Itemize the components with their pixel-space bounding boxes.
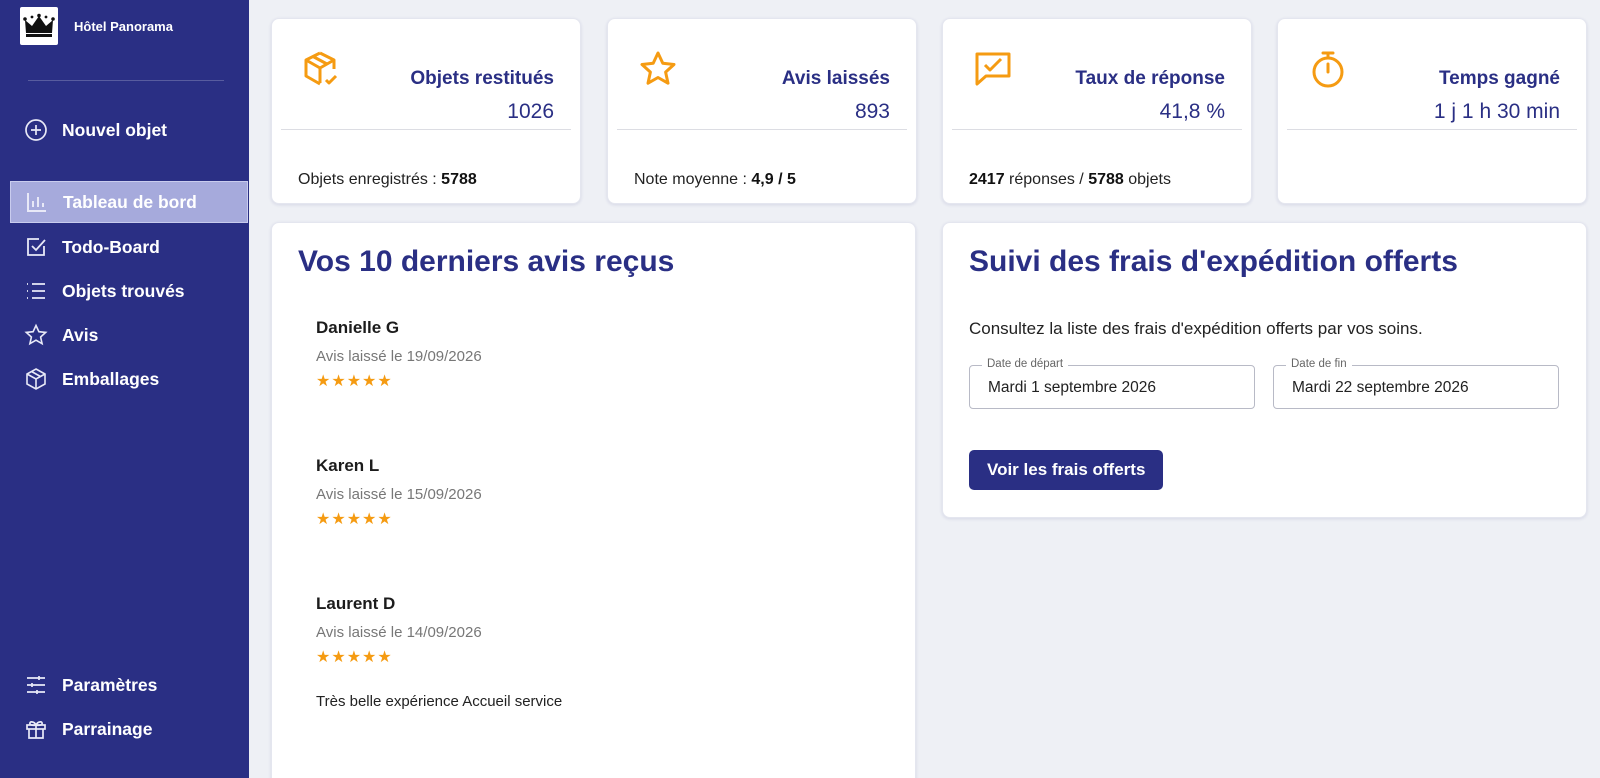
stat-title: Avis laissés bbox=[781, 68, 890, 89]
review-text: Très belle expérience Accueil service bbox=[316, 693, 563, 710]
nav-settings[interactable]: Paramètres bbox=[10, 664, 248, 706]
brand-name: Hôtel Panorama bbox=[74, 18, 173, 34]
divider bbox=[617, 129, 907, 130]
stat-title: Temps gagné bbox=[1438, 68, 1560, 89]
review-date: Avis laissé le 19/09/2026 bbox=[316, 348, 482, 365]
review-date: Avis laissé le 14/09/2026 bbox=[316, 624, 482, 641]
stat-card-reviews: Avis laissés 893 Note moyenne : 4,9 / 5 bbox=[607, 18, 917, 204]
sidebar: Hôtel Panorama Nouvel objet Tableau de b… bbox=[0, 0, 249, 778]
nav-dashboard-label: Tableau de bord bbox=[63, 191, 197, 212]
nav-new-item[interactable]: Nouvel objet bbox=[10, 109, 248, 151]
review-author: Danielle G bbox=[316, 318, 400, 337]
stat-value: 1 j 1 h 30 min bbox=[1433, 100, 1560, 123]
stat-footer: Objets enregistrés : 5788 bbox=[298, 171, 477, 189]
box-icon bbox=[24, 367, 48, 391]
plus-circle-icon bbox=[24, 118, 48, 142]
reviews-title: Vos 10 derniers avis reçus bbox=[298, 245, 675, 278]
review-item: Karen L Avis laissé le 15/09/2026 ★★★★★ bbox=[316, 456, 482, 529]
end-date-label: Date de fin bbox=[1286, 358, 1352, 370]
view-free-shipping-button[interactable]: Voir les frais offerts bbox=[969, 450, 1164, 490]
stat-footer: 2417 réponses / 5788 objets bbox=[969, 171, 1171, 189]
review-author: Karen L bbox=[316, 456, 380, 475]
start-date-label: Date de départ bbox=[982, 358, 1069, 370]
shipping-title: Suivi des frais d'expédition offerts bbox=[969, 245, 1458, 278]
nav-todo-board[interactable]: Todo-Board bbox=[10, 226, 248, 268]
nav-settings-label: Paramètres bbox=[62, 674, 158, 695]
stat-value: 893 bbox=[854, 100, 890, 123]
divider bbox=[952, 129, 1242, 130]
package-check-icon bbox=[302, 49, 342, 89]
nav-packaging-label: Emballages bbox=[62, 368, 160, 389]
sliders-icon bbox=[24, 673, 48, 697]
nav-found-items[interactable]: Objets trouvés bbox=[10, 270, 248, 312]
star-icon bbox=[638, 49, 678, 89]
review-item: Danielle G Avis laissé le 19/09/2026 ★★★… bbox=[316, 318, 482, 391]
star-outline-icon bbox=[24, 323, 48, 347]
stat-footer-responses: 2417 bbox=[969, 171, 1005, 188]
review-date: Avis laissé le 15/09/2026 bbox=[316, 486, 482, 503]
nav-new-item-label: Nouvel objet bbox=[62, 119, 168, 140]
nav-found-items-label: Objets trouvés bbox=[62, 280, 185, 301]
review-stars: ★★★★★ bbox=[316, 649, 393, 666]
divider bbox=[1287, 129, 1577, 130]
message-check-icon bbox=[973, 49, 1013, 89]
nav-packaging[interactable]: Emballages bbox=[10, 358, 248, 400]
stat-card-returned: Objets restitués 1026 Objets enregistrés… bbox=[271, 18, 581, 204]
stat-footer-text: objets bbox=[1123, 171, 1171, 188]
nav-referral-label: Parrainage bbox=[62, 718, 153, 739]
nav-reviews[interactable]: Avis bbox=[10, 314, 248, 356]
start-date-input[interactable] bbox=[988, 379, 1238, 397]
recent-reviews-card: Vos 10 derniers avis reçus Danielle G Av… bbox=[271, 222, 916, 778]
stopwatch-icon bbox=[1308, 49, 1348, 89]
start-date-field[interactable]: Date de départ bbox=[969, 358, 1255, 409]
nav-dashboard[interactable]: Tableau de bord bbox=[10, 181, 248, 223]
divider bbox=[281, 129, 571, 130]
stat-footer: Note moyenne : 4,9 / 5 bbox=[634, 171, 796, 189]
stat-footer-label: Note moyenne : bbox=[634, 171, 752, 188]
end-date-input[interactable] bbox=[1292, 379, 1542, 397]
stat-footer-value: 5788 bbox=[441, 171, 477, 188]
review-stars: ★★★★★ bbox=[316, 373, 393, 390]
gift-icon bbox=[24, 717, 48, 741]
shipping-description: Consultez la liste des frais d'expéditio… bbox=[969, 319, 1423, 338]
sidebar-divider bbox=[28, 80, 224, 81]
stat-value: 41,8 % bbox=[1159, 100, 1225, 123]
list-icon bbox=[24, 279, 48, 303]
stat-footer-label: Objets enregistrés : bbox=[298, 171, 442, 188]
brand[interactable]: Hôtel Panorama bbox=[20, 7, 173, 45]
nav-referral[interactable]: Parrainage bbox=[10, 708, 248, 750]
review-stars: ★★★★★ bbox=[316, 511, 393, 528]
stat-footer-objects: 5788 bbox=[1088, 171, 1124, 188]
crown-logo-icon bbox=[20, 7, 58, 45]
review-item: Laurent D Avis laissé le 14/09/2026 ★★★★… bbox=[316, 594, 562, 710]
stat-card-time-saved: Temps gagné 1 j 1 h 30 min bbox=[1277, 18, 1587, 204]
review-author: Laurent D bbox=[316, 594, 396, 613]
stat-card-response-rate: Taux de réponse 41,8 % 2417 réponses / 5… bbox=[942, 18, 1252, 204]
stat-value: 1026 bbox=[507, 100, 554, 123]
stat-footer-value: 4,9 / 5 bbox=[751, 171, 796, 188]
stat-title: Taux de réponse bbox=[1075, 68, 1225, 89]
checkbox-icon bbox=[24, 235, 48, 259]
nav-todo-board-label: Todo-Board bbox=[62, 236, 160, 257]
stat-title: Objets restitués bbox=[410, 68, 554, 89]
nav-reviews-label: Avis bbox=[62, 324, 99, 345]
end-date-field[interactable]: Date de fin bbox=[1273, 358, 1559, 409]
bar-chart-icon bbox=[25, 190, 49, 214]
stat-footer-text: réponses / bbox=[1004, 171, 1089, 188]
shipping-fees-card: Suivi des frais d'expédition offerts Con… bbox=[942, 222, 1587, 518]
